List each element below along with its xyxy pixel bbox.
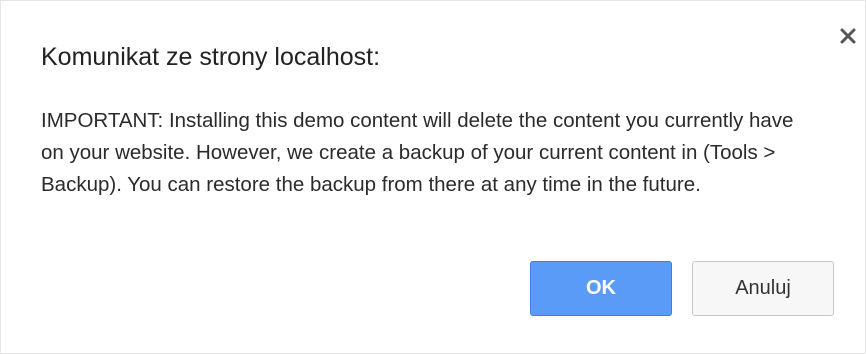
ok-button[interactable]: OK (530, 261, 672, 316)
dialog-title: Komunikat ze strony localhost: (41, 43, 381, 71)
dialog-message: IMPORTANT: Installing this demo content … (41, 109, 794, 196)
cancel-button[interactable]: Anuluj (692, 261, 834, 316)
close-button[interactable] (835, 23, 861, 49)
alert-dialog: Komunikat ze strony localhost: IMPORTANT… (0, 0, 866, 354)
dialog-buttons: OK Anuluj (530, 261, 834, 316)
close-icon (840, 28, 856, 44)
